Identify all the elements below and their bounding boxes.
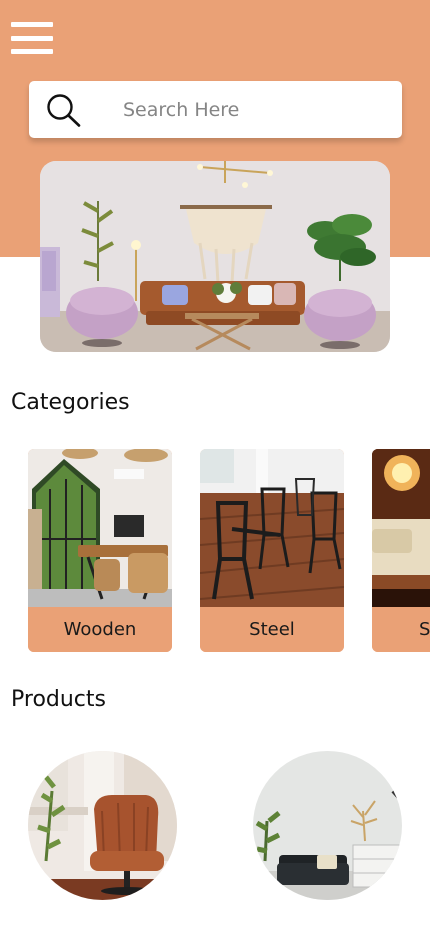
search-icon [47,94,81,127]
app-screen: Categories Wood [0,0,430,932]
search-bar[interactable] [29,81,402,138]
hamburger-menu-icon[interactable] [11,22,53,54]
category-card-partial[interactable]: S [372,449,430,652]
category-image [200,449,344,607]
category-card-steel[interactable]: Steel [200,449,344,652]
categories-heading: Categories [11,390,130,415]
category-label: S [372,607,430,652]
search-input[interactable] [123,95,383,125]
category-label: Steel [200,607,344,652]
products-heading: Products [11,687,106,712]
category-label: Wooden [28,607,172,652]
hero-banner-image [40,161,390,352]
category-card-wooden[interactable]: Wooden [28,449,172,652]
category-image [372,449,430,607]
product-image-leather-chair[interactable] [28,751,177,900]
product-image-black-sofa[interactable] [253,751,402,900]
category-image [28,449,172,607]
